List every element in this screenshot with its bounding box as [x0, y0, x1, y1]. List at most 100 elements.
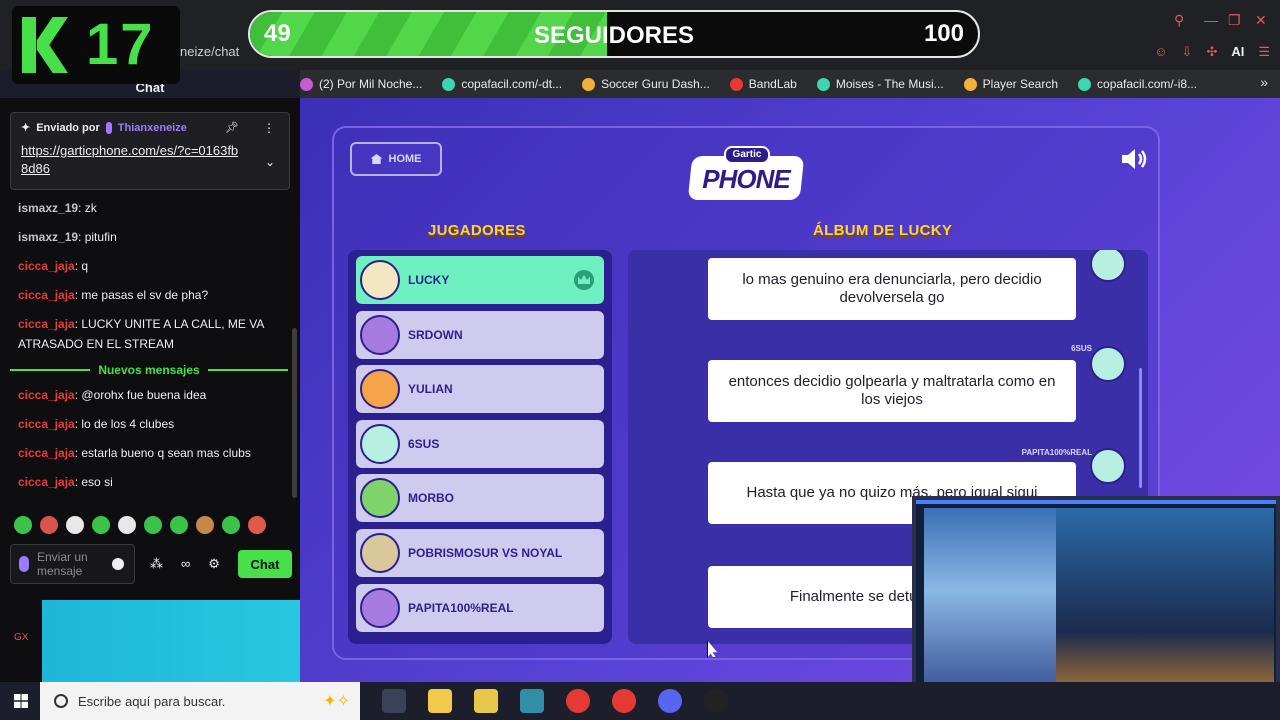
avatar — [360, 478, 400, 519]
taskbar: Escribe aquí para buscar. ✦✧ — [0, 682, 1280, 720]
download-icon[interactable]: ⇩ — [1182, 44, 1193, 60]
menu-icon[interactable]: ☰ — [1258, 44, 1270, 60]
chat-input-placeholder: Enviar un mensaje — [37, 550, 88, 578]
album-header: ÁLBUM DE LUCKY — [813, 222, 953, 239]
address-bar[interactable]: neize/chat — [180, 44, 239, 59]
album-entry: entonces decidio golpearla y maltratarla… — [708, 360, 1076, 422]
chat-username[interactable]: cicca_jaja — [18, 446, 75, 460]
bookmark-favicon-icon — [816, 77, 830, 91]
chat-username[interactable]: cicca_jaja — [18, 417, 75, 431]
home-button[interactable]: HOME — [350, 142, 442, 176]
player-item[interactable]: PAPITA100%REAL — [356, 583, 604, 632]
chat-send-button[interactable]: Chat — [238, 550, 292, 578]
taskbar-search[interactable]: Escribe aquí para buscar. ✦✧ — [40, 682, 360, 720]
emote-icon[interactable] — [248, 516, 266, 534]
emote-icon[interactable] — [196, 516, 214, 534]
chat-username[interactable]: cicca_jaja — [18, 288, 75, 302]
bookmark-item[interactable]: BandLab — [729, 77, 797, 91]
microphone-icon[interactable] — [19, 556, 29, 572]
bookmark-item[interactable]: Player Search — [963, 77, 1058, 91]
search-icon — [54, 694, 68, 708]
extension-icon[interactable]: ✣ — [1206, 44, 1217, 60]
pin-app-icon[interactable] — [474, 689, 498, 713]
album-entry-author: PAPITA100%REAL — [1021, 448, 1092, 457]
close-icon[interactable]: ✕ — [1255, 12, 1267, 29]
opera-icon[interactable] — [612, 689, 636, 713]
obs-icon[interactable] — [704, 689, 728, 713]
channel-logo: 17 — [12, 6, 180, 84]
bookmark-favicon-icon — [582, 77, 596, 91]
bookmark-favicon-icon — [729, 77, 743, 91]
emote-icon[interactable] — [66, 516, 84, 534]
emote-icon[interactable] — [14, 516, 32, 534]
player-item[interactable]: MORBO — [356, 474, 604, 523]
pin-icon: ✦ — [21, 122, 31, 134]
chat-message: ismaxz_19: pitufin — [18, 230, 117, 244]
avatar — [1090, 346, 1126, 382]
chat-username[interactable]: cicca_jaja — [18, 259, 75, 273]
speaker-icon[interactable] — [1120, 148, 1148, 170]
player-item[interactable]: POBRISMOSUR VS NOYAL — [356, 528, 604, 577]
album-entry-author: 6SUS — [1071, 344, 1092, 353]
minimize-icon[interactable]: — — [1204, 12, 1218, 28]
bookmark-item[interactable]: Soccer Guru Dash... — [582, 77, 710, 91]
pin-toggle-icon[interactable]: 📌︎ — [225, 121, 239, 134]
side-label: GX — [14, 632, 29, 643]
pinned-user[interactable]: Thianxeneize — [118, 122, 187, 134]
task-view-icon[interactable] — [382, 689, 406, 713]
emote-icon[interactable] — [144, 516, 162, 534]
chat-username[interactable]: ismaxz_19 — [18, 230, 78, 244]
windows-start-icon[interactable] — [0, 682, 40, 720]
bookmark-item[interactable]: (2) Por Mil Noche... — [300, 77, 422, 91]
chat-messages: ismaxz_19: zk ismaxz_19: pitufin cicca_j… — [10, 198, 289, 501]
gear-icon[interactable]: ⚙ — [208, 556, 220, 572]
chat-username[interactable]: cicca_jaja — [18, 475, 75, 489]
ai-button[interactable]: AI — [1231, 44, 1244, 60]
emote-icon[interactable] — [170, 516, 188, 534]
players-list: LUCKY SRDOWN YULIAN 6SUS MORBO POBRISMOS… — [348, 250, 612, 644]
infinity-icon[interactable]: ∞ — [181, 556, 190, 572]
player-item[interactable]: YULIAN — [356, 365, 604, 414]
album-scrollbar[interactable] — [1139, 368, 1142, 488]
screen: neize/chat ⚲ — ❐ ✕ ☺ ⇩ ✣ AI ☰ (2) Por Mi… — [0, 0, 1280, 720]
discord-icon[interactable] — [658, 689, 682, 713]
bookmark-item[interactable]: copafacil.com/-i8... — [1078, 77, 1197, 91]
chevron-right-icon[interactable]: » — [1260, 74, 1268, 90]
player-item[interactable]: LUCKY — [356, 256, 604, 304]
restore-icon[interactable]: ❐ — [1228, 12, 1241, 29]
avatar — [360, 423, 400, 464]
follower-goal-bar: 49 100 SEGUIDORES — [248, 10, 980, 58]
chat-message: cicca_jaja: lo de los 4 clubes — [18, 417, 175, 431]
user-badge-icon — [105, 121, 112, 134]
followers-label: SEGUIDORES — [533, 22, 695, 49]
chat-tools: ⁂ ∞ ⚙ — [150, 556, 220, 572]
logo-number: 17 — [86, 12, 155, 77]
chat-scrollbar[interactable] — [292, 328, 297, 498]
avatar — [360, 314, 400, 355]
avatar — [360, 587, 400, 628]
chevron-down-icon[interactable]: ⌄ — [265, 155, 275, 169]
search-icon[interactable]: ⚲ — [1174, 12, 1184, 29]
points-icon[interactable]: ⁂ — [150, 556, 163, 572]
bookmark-favicon-icon — [1078, 77, 1092, 91]
more-options-icon[interactable]: ⋮ — [263, 121, 275, 135]
taskbar-apps — [382, 689, 728, 713]
emote-icon[interactable] — [92, 516, 110, 534]
emoji-icon[interactable] — [112, 558, 124, 570]
app-icon[interactable] — [520, 689, 544, 713]
chat-input[interactable]: Enviar un mensaje — [10, 544, 135, 584]
player-item[interactable]: SRDOWN — [356, 310, 604, 359]
emote-icon[interactable] — [118, 516, 136, 534]
pinned-link[interactable]: https://garticphone.com/es/?c=0163fb8d86 — [21, 142, 241, 178]
chat-username[interactable]: ismaxz_19 — [18, 201, 78, 215]
emote-icon[interactable] — [222, 516, 240, 534]
bookmark-item[interactable]: Moises - The Musi... — [816, 77, 944, 91]
player-item[interactable]: 6SUS — [356, 419, 604, 468]
file-explorer-icon[interactable] — [428, 689, 452, 713]
chat-username[interactable]: cicca_jaja — [18, 388, 75, 402]
bookmark-item[interactable]: copafacil.com/-dt... — [442, 77, 562, 91]
chat-username[interactable]: cicca_jaja — [18, 317, 75, 331]
profile-icon[interactable]: ☺ — [1154, 44, 1167, 60]
emote-icon[interactable] — [40, 516, 58, 534]
chrome-icon[interactable] — [566, 689, 590, 713]
